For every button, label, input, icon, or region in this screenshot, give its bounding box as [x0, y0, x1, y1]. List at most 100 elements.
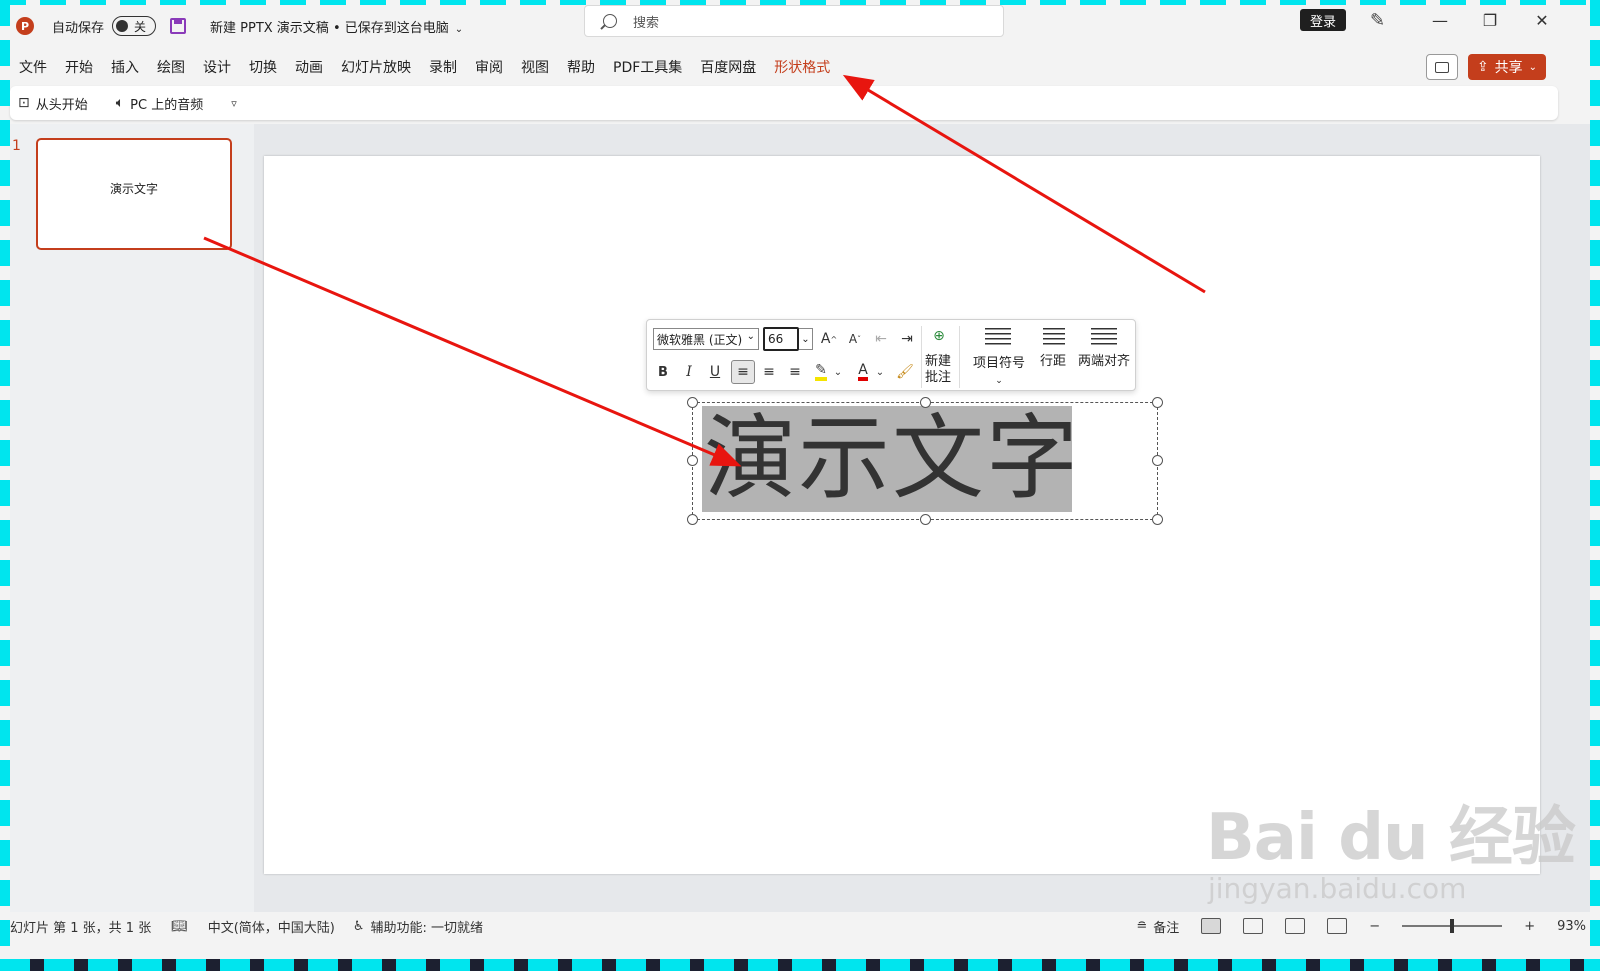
baidu-watermark: Bai du 经验 jingyan.baidu.com [1206, 786, 1576, 905]
comments-button[interactable] [1426, 54, 1458, 80]
shrink-font-button[interactable]: Aˇ [843, 327, 867, 351]
zoom-out-icon[interactable]: − [1369, 919, 1380, 934]
resize-handle-sw[interactable] [687, 514, 698, 525]
tab-draw[interactable]: 绘图 [148, 57, 194, 77]
customize-qat-button[interactable]: ▿ [231, 97, 237, 110]
pc-audio-button[interactable]: 🔈︎ PC 上的音频 [116, 94, 203, 113]
align-left-icon[interactable]: ≡ [731, 360, 755, 384]
toolbar-divider [921, 326, 922, 388]
screenshot-frame-left [0, 0, 10, 971]
shrink-font-icon: A [848, 332, 858, 346]
login-button[interactable]: 登录 [1300, 9, 1346, 31]
font-size-input[interactable]: 66 [763, 327, 799, 351]
resize-handle-ne[interactable] [1152, 397, 1163, 408]
document-title[interactable]: 新建 PPTX 演示文稿 • 已保存到这台电脑 ⌄ [210, 17, 463, 36]
normal-view-icon[interactable] [1201, 918, 1222, 934]
accessibility-status[interactable]: ♿︎ 辅助功能: 一切就绪 [353, 917, 483, 936]
bullets-label: 项目符号 [972, 356, 1025, 371]
tab-insert[interactable]: 插入 [102, 57, 148, 77]
share-label: 共享 [1494, 60, 1523, 76]
zoom-in-icon[interactable]: + [1524, 919, 1535, 934]
restore-icon[interactable]: ❐ [1478, 8, 1502, 32]
reading-view-icon[interactable] [1285, 918, 1306, 934]
tab-transitions[interactable]: 切换 [240, 57, 286, 77]
close-icon[interactable]: ✕ [1530, 8, 1554, 32]
from-start-button[interactable]: ⊡ 从头开始 [18, 94, 88, 113]
tab-animations[interactable]: 动画 [286, 57, 332, 77]
format-painter-icon[interactable]: 🖌︎ [893, 360, 917, 384]
save-icon[interactable] [170, 18, 187, 34]
zoom-slider[interactable] [1402, 919, 1503, 933]
quick-access-toolbar: ⊡ 从头开始 🔈︎ PC 上的音频 ▿ [10, 86, 1558, 120]
tab-help[interactable]: 帮助 [558, 57, 604, 77]
align-right-icon[interactable]: ≡ [783, 360, 807, 384]
accessibility-icon: ♿︎ [352, 918, 365, 934]
font-select[interactable]: 微软雅黑 (正文) ⌄ [653, 328, 759, 350]
font-color-icon[interactable]: A [851, 360, 875, 384]
tab-baidu-netdisk[interactable]: 百度网盘 [691, 57, 765, 77]
bold-button[interactable]: B [651, 360, 675, 384]
tab-pdf-tools[interactable]: PDF工具集 [604, 57, 691, 77]
tab-slideshow[interactable]: 幻灯片放映 [332, 57, 420, 77]
language-status[interactable]: 中文(简体，中国大陆) [208, 917, 335, 936]
chevron-down-icon[interactable]: ⌄ [873, 360, 887, 384]
tab-file[interactable]: 文件 [10, 57, 56, 77]
increase-indent-icon[interactable]: ⇥ [895, 327, 919, 351]
tab-view[interactable]: 视图 [512, 57, 558, 77]
search-placeholder: 搜索 [633, 15, 660, 31]
justify-icon [1091, 328, 1117, 348]
pen-icon[interactable]: ✎ [1370, 10, 1385, 31]
resize-handle-e[interactable] [1152, 455, 1163, 466]
underline-button[interactable]: U [703, 360, 727, 384]
autosave-toggle[interactable]: 关 [112, 16, 157, 36]
text-box-selection[interactable] [687, 397, 1163, 525]
decrease-indent-icon[interactable]: ⇤ [869, 327, 893, 351]
chevron-down-icon[interactable]: ⌄ [831, 360, 845, 384]
line-spacing-icon [1043, 328, 1065, 348]
font-size-dropdown[interactable]: ⌄ [799, 328, 813, 350]
resize-handle-s[interactable] [920, 514, 931, 525]
resize-handle-n[interactable] [920, 397, 931, 408]
zoom-slider-knob[interactable] [1450, 919, 1455, 933]
pc-audio-label: PC 上的音频 [130, 97, 204, 113]
bullets-button[interactable]: 项目符号 ⌄ [969, 356, 1029, 389]
tab-review[interactable]: 审阅 [466, 57, 512, 77]
resize-handle-se[interactable] [1152, 514, 1163, 525]
share-button[interactable]: ⇪ 共享 ⌄ [1468, 54, 1546, 80]
resize-handle-w[interactable] [687, 455, 698, 466]
slide-thumbnail[interactable]: 演示文字 [36, 138, 232, 250]
resize-handle-nw[interactable] [687, 397, 698, 408]
new-comment-icon: ⊕ [933, 328, 945, 344]
highlight-icon[interactable]: ✎ [809, 360, 833, 384]
powerpoint-logo-icon: P [16, 17, 34, 35]
justify-button[interactable]: 两端对齐 [1075, 354, 1133, 370]
zoom-level[interactable]: 93% [1557, 919, 1586, 934]
tab-design[interactable]: 设计 [194, 57, 240, 77]
share-icon: ⇪ [1476, 59, 1489, 75]
screenshot-frame-right [1590, 0, 1600, 971]
chevron-down-icon: ▿ [231, 96, 237, 110]
minimize-icon[interactable]: — [1428, 8, 1452, 32]
notes-button[interactable]: ≘ 备注 [1136, 917, 1179, 936]
tab-record[interactable]: 录制 [420, 57, 466, 77]
status-right: ≘ 备注 − + 93% [1136, 913, 1586, 939]
document-title-text: 新建 PPTX 演示文稿 • 已保存到这台电脑 [210, 20, 449, 36]
chevron-down-icon: ⌄ [1528, 61, 1538, 73]
tab-shape-format[interactable]: 形状格式 [765, 57, 839, 77]
slideshow-view-icon[interactable] [1327, 918, 1348, 934]
tab-home[interactable]: 开始 [56, 57, 102, 77]
new-comment-button[interactable]: 新建 批注 [923, 354, 953, 386]
italic-button[interactable]: I [677, 360, 701, 384]
spellcheck-icon[interactable]: 📖︎ [171, 919, 188, 934]
slide-sorter-icon[interactable] [1243, 918, 1264, 934]
status-bar: 幻灯片 第 1 张，共 1 张 📖︎ 中文(简体，中国大陆) ♿︎ 辅助功能: … [10, 913, 1590, 939]
autosave-state: 关 [134, 19, 147, 34]
search-input[interactable]: 搜索 [584, 5, 1004, 37]
grow-font-icon: A [820, 331, 831, 347]
bullets-icon [985, 328, 1011, 348]
grow-font-button[interactable]: A ^ [817, 327, 841, 351]
align-center-icon[interactable]: ≡ [757, 360, 781, 384]
line-spacing-button[interactable]: 行距 [1035, 354, 1071, 370]
screenshot-frame-bottom [0, 959, 1600, 971]
toolbar-divider [959, 326, 960, 388]
